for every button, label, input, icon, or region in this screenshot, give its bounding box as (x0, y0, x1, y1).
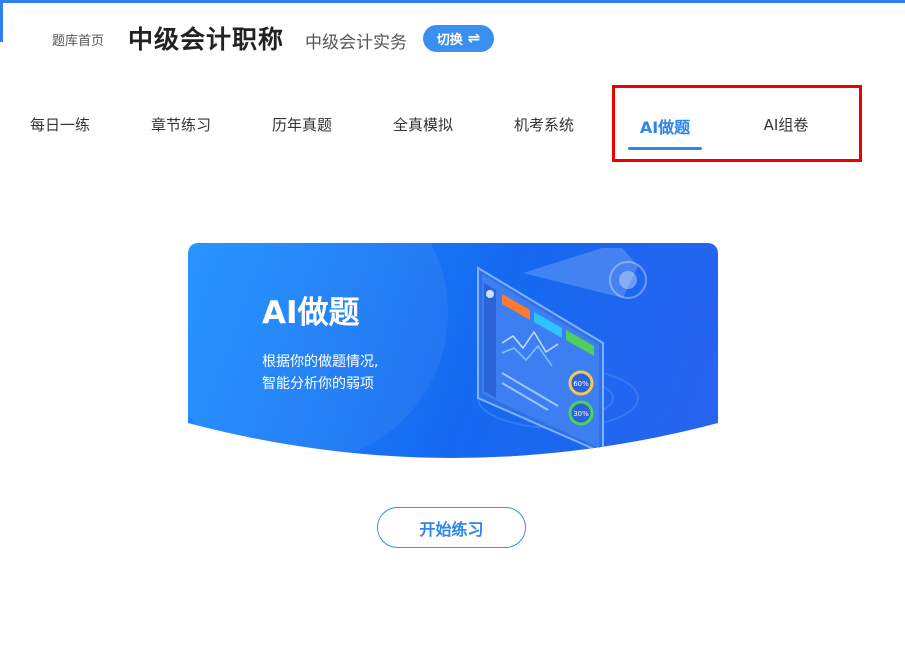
swap-arrows-icon: ⇌ (467, 29, 481, 47)
switch-label: 切换 (436, 33, 463, 48)
ai-banner: AI做题 根据你的做题情况, 智能分析你的弱项 60% 30% (188, 243, 718, 463)
tab-computer-exam[interactable]: 机考系统 (514, 114, 574, 135)
home-link[interactable]: 题库首页 (52, 30, 104, 49)
switch-button[interactable]: 切换 ⇌ (423, 25, 494, 52)
banner-description: 根据你的做题情况, 智能分析你的弱项 (262, 351, 462, 395)
gauge-value-1: 60% (573, 380, 589, 388)
banner-desc-line2: 智能分析你的弱项 (262, 376, 374, 392)
gauge-value-2: 30% (573, 410, 589, 418)
start-practice-button[interactable]: 开始练习 (377, 507, 526, 548)
page-title: 中级会计职称 (128, 25, 285, 54)
banner-desc-line1: 根据你的做题情况, (262, 354, 379, 370)
tab-mock-exam[interactable]: 全真模拟 (393, 114, 453, 135)
tab-daily-practice[interactable]: 每日一练 (30, 114, 90, 135)
header: 题库首页 中级会计职称 中级会计实务 切换 ⇌ (0, 0, 905, 76)
tab-past-exams[interactable]: 历年真题 (272, 114, 332, 135)
dashboard-illustration-icon: 60% 30% (468, 248, 718, 458)
tab-chapter-practice[interactable]: 章节练习 (151, 114, 211, 135)
highlight-box (612, 85, 862, 162)
subject-name: 中级会计实务 (305, 33, 407, 53)
banner-title: AI做题 (262, 295, 360, 331)
